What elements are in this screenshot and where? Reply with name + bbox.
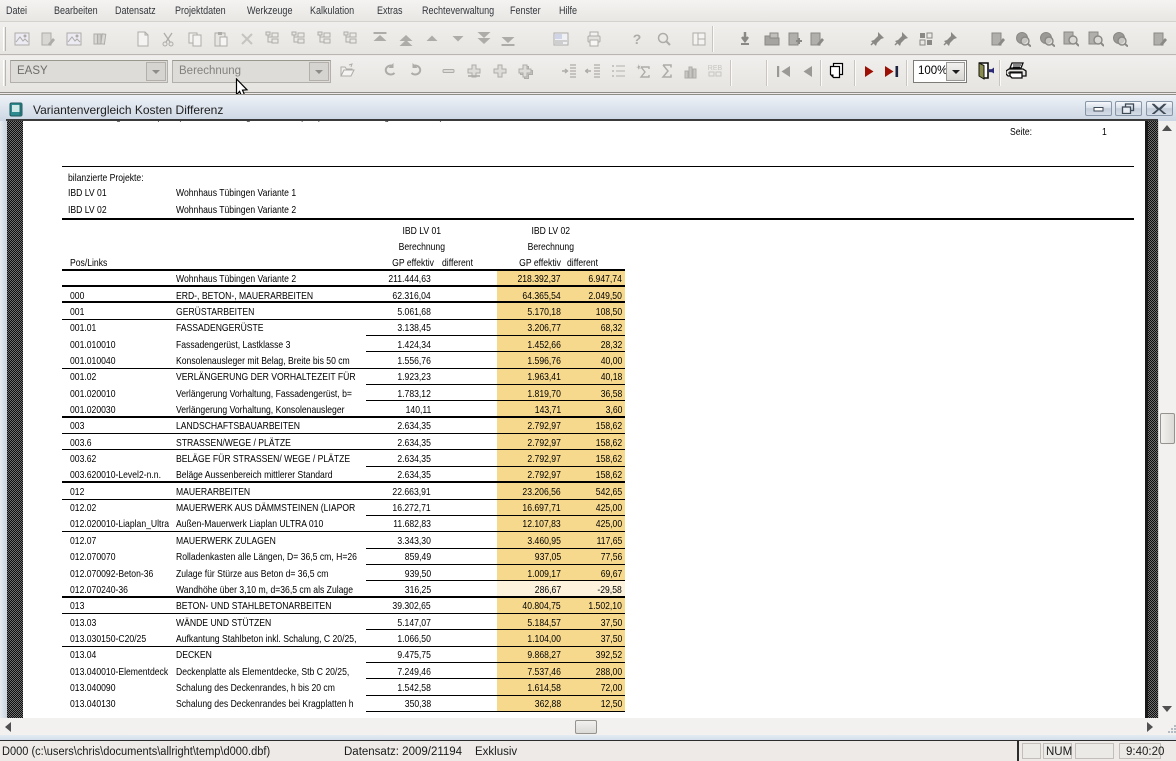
svg-text:REB: REB bbox=[708, 65, 723, 72]
svg-text:?: ? bbox=[633, 31, 642, 47]
